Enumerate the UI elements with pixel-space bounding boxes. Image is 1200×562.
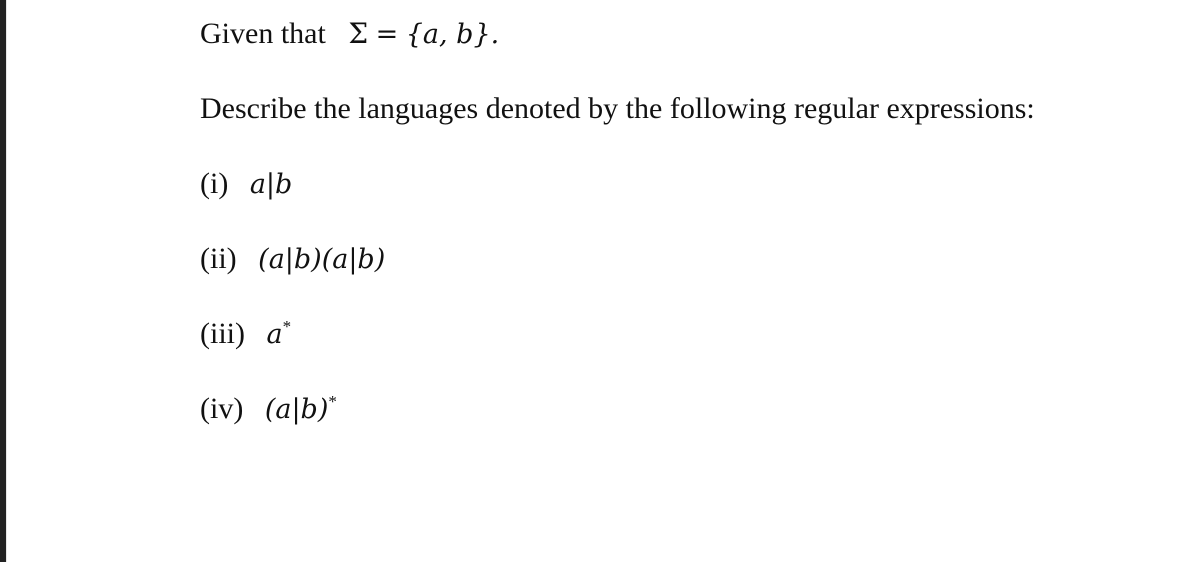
regex-expression: (a|b)(a|b) <box>258 244 386 275</box>
kleene-star: * <box>328 392 337 411</box>
regex-expression: a|b <box>249 169 293 200</box>
alphabet-set: {a, b}. <box>405 19 500 50</box>
kleene-star: * <box>282 317 292 336</box>
expression-item: (ii) (a|b)(a|b) <box>200 241 385 278</box>
sigma-symbol: Σ <box>348 17 369 50</box>
item-label: (i) <box>200 167 229 200</box>
regex-expression: (a|b) <box>264 394 329 425</box>
expression-item: (iii) a* <box>200 316 291 353</box>
intro-prefix: Given that <box>200 17 326 50</box>
left-edge-divider <box>6 0 7 562</box>
regex-expression: a <box>266 319 283 350</box>
item-label: (iii) <box>200 317 245 350</box>
expression-item: (iv) (a|b)* <box>200 391 337 428</box>
item-label: (iv) <box>200 392 244 425</box>
equals-sign: = <box>375 19 399 50</box>
item-label: (ii) <box>200 242 237 275</box>
instruction-text: Describe the languages denoted by the fo… <box>200 92 1035 125</box>
expression-item: (i) a|b <box>200 166 292 203</box>
alphabet-statement: Given that Σ = {a, b}. <box>200 16 499 53</box>
